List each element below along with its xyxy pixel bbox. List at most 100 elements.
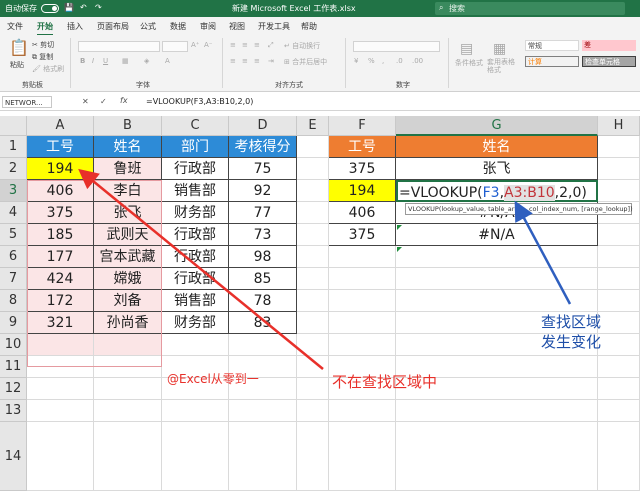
table2-cell[interactable]: #N/A	[396, 224, 598, 246]
tab-developer[interactable]: 开发工具	[258, 21, 290, 32]
tab-data[interactable]: 数据	[170, 21, 186, 32]
table1-cell[interactable]: 172	[27, 290, 94, 312]
empty-cell[interactable]	[598, 400, 640, 422]
empty-cell[interactable]	[27, 378, 94, 400]
empty-cell[interactable]	[94, 356, 162, 378]
name-box[interactable]: NETWOR...	[2, 96, 52, 108]
table1-cell[interactable]: 张飞	[94, 202, 162, 224]
percent-icon[interactable]: %	[368, 57, 375, 65]
empty-cell[interactable]	[297, 422, 329, 491]
underline-icon[interactable]: U	[103, 57, 108, 65]
table1-cell[interactable]: 行政部	[162, 268, 229, 290]
table1-cell[interactable]: 77	[229, 202, 297, 224]
wrap-text-button[interactable]: ↵ 自动换行	[284, 41, 320, 51]
style-check-cell[interactable]: 检查单元格	[582, 56, 636, 67]
empty-cell[interactable]	[94, 422, 162, 491]
formula-input[interactable]: =VLOOKUP(F3,A3:B10,2,0)	[146, 97, 253, 106]
table1-cell[interactable]: 刘备	[94, 290, 162, 312]
table1-cell[interactable]: 财务部	[162, 202, 229, 224]
table1-cell[interactable]: 424	[27, 268, 94, 290]
table1-cell[interactable]: 销售部	[162, 180, 229, 202]
empty-cell[interactable]	[297, 290, 329, 312]
empty-cell[interactable]	[297, 268, 329, 290]
empty-cell[interactable]	[329, 246, 396, 268]
row-header[interactable]: 8	[0, 290, 27, 312]
paste-button[interactable]: 粘贴	[10, 60, 24, 70]
table1-cell[interactable]: 武则天	[94, 224, 162, 246]
tab-help[interactable]: 帮助	[301, 21, 317, 32]
empty-cell[interactable]	[329, 422, 396, 491]
empty-cell[interactable]	[396, 246, 598, 268]
empty-cell[interactable]	[598, 290, 640, 312]
empty-cell[interactable]	[396, 422, 598, 491]
border-icon[interactable]: ▦	[122, 57, 129, 65]
empty-cell[interactable]	[329, 268, 396, 290]
row-header[interactable]: 4	[0, 202, 27, 224]
style-bad[interactable]: 差	[582, 40, 636, 51]
empty-cell[interactable]	[229, 334, 297, 356]
italic-icon[interactable]: I	[92, 57, 94, 65]
empty-cell[interactable]	[297, 356, 329, 378]
conditional-format-icon[interactable]: ▤	[460, 41, 473, 57]
empty-cell[interactable]	[27, 400, 94, 422]
paste-icon[interactable]: 📋	[9, 38, 29, 57]
tab-file[interactable]: 文件	[7, 21, 23, 32]
align-center-icon[interactable]: ≡	[242, 57, 248, 65]
empty-cell[interactable]	[162, 400, 229, 422]
column-header-h[interactable]: H	[598, 116, 640, 136]
style-normal[interactable]: 常规	[525, 40, 579, 51]
tab-formulas[interactable]: 公式	[140, 21, 156, 32]
cancel-icon[interactable]: ✕	[82, 97, 89, 106]
select-all-corner[interactable]	[0, 116, 27, 136]
empty-cell[interactable]	[162, 422, 229, 491]
align-bottom-icon[interactable]: ≡	[254, 41, 260, 49]
row-header[interactable]: 7	[0, 268, 27, 290]
table1-cell[interactable]: 行政部	[162, 246, 229, 268]
row-header[interactable]: 6	[0, 246, 27, 268]
table-format-button[interactable]: 套用表格格式	[487, 58, 519, 74]
row-header[interactable]: 1	[0, 136, 27, 158]
column-header-b[interactable]: B	[94, 116, 162, 136]
empty-cell[interactable]	[598, 246, 640, 268]
table1-cell[interactable]: 李白	[94, 180, 162, 202]
table1-cell[interactable]: 98	[229, 246, 297, 268]
indent-icon[interactable]: ⇥	[268, 57, 274, 65]
tab-page-layout[interactable]: 页面布局	[97, 21, 129, 32]
empty-cell[interactable]	[27, 356, 94, 378]
table1-cell[interactable]: 92	[229, 180, 297, 202]
table-format-icon[interactable]: ▦	[493, 41, 506, 57]
comma-icon[interactable]: ,	[382, 57, 384, 65]
format-painter-button[interactable]: 🖌 格式刷	[32, 64, 64, 74]
empty-cell[interactable]	[329, 312, 396, 334]
align-left-icon[interactable]: ≡	[230, 57, 236, 65]
merge-center-button[interactable]: ⊞ 合并后居中	[284, 57, 327, 67]
empty-cell[interactable]	[229, 400, 297, 422]
table1-header[interactable]: 部门	[162, 136, 229, 158]
redo-icon[interactable]: ↷	[95, 3, 102, 12]
empty-cell[interactable]	[27, 422, 94, 491]
error-indicator-icon[interactable]	[397, 247, 402, 252]
save-icon[interactable]: 💾	[64, 3, 74, 12]
table1-cell[interactable]: 73	[229, 224, 297, 246]
orientation-icon[interactable]: ⤢	[268, 41, 274, 50]
table1-header[interactable]: 姓名	[94, 136, 162, 158]
tab-insert[interactable]: 插入	[67, 21, 83, 32]
empty-cell[interactable]	[598, 356, 640, 378]
empty-cell[interactable]	[297, 400, 329, 422]
cut-button[interactable]: ✂ 剪切	[32, 40, 54, 50]
empty-cell[interactable]	[297, 158, 329, 180]
empty-cell[interactable]	[297, 202, 329, 224]
tab-home[interactable]: 开始	[37, 21, 53, 36]
table1-cell[interactable]: 85	[229, 268, 297, 290]
empty-cell[interactable]	[598, 180, 640, 202]
empty-cell[interactable]	[297, 180, 329, 202]
empty-cell[interactable]	[329, 400, 396, 422]
range-cell[interactable]	[27, 334, 94, 356]
table1-cell[interactable]: 406	[27, 180, 94, 202]
empty-cell[interactable]	[297, 312, 329, 334]
fx-button[interactable]: fx	[120, 96, 128, 105]
table2-header[interactable]: 姓名	[396, 136, 598, 158]
undo-icon[interactable]: ↶	[80, 3, 87, 12]
font-name-select[interactable]	[78, 41, 160, 52]
align-middle-icon[interactable]: ≡	[242, 41, 248, 49]
